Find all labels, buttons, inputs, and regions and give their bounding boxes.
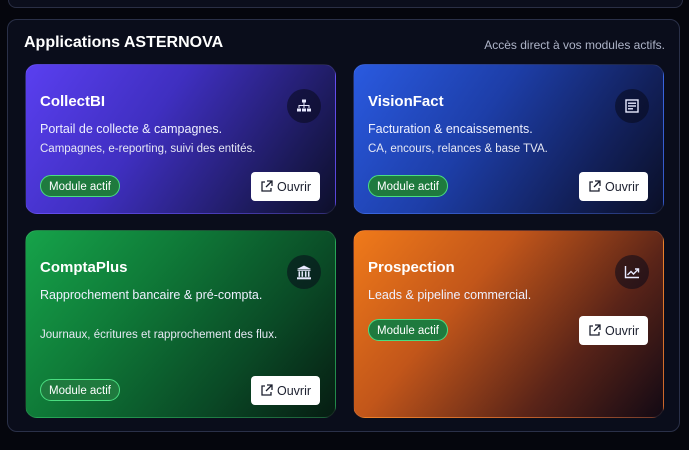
status-badge: Module actif xyxy=(368,175,449,197)
open-button-label: Ouvrir xyxy=(604,179,640,194)
open-collectbi-button[interactable]: Ouvrir xyxy=(251,172,320,201)
card-detail: Campagnes, e-reporting, suivi des entité… xyxy=(40,143,256,155)
app-card-comptaplus: ComptaPlus Rapprochement bancaire & pré-… xyxy=(25,230,336,418)
card-detail: Journaux, écritures et rapprochement des… xyxy=(40,329,278,341)
external-link-icon xyxy=(589,180,601,192)
applications-panel: Applications ASTERNOVA Accès direct à vo… xyxy=(7,19,680,432)
card-description: Facturation & encaissements. xyxy=(368,122,533,136)
open-prospection-button[interactable]: Ouvrir xyxy=(579,316,648,345)
card-description: Rapprochement bancaire & pré-compta. xyxy=(40,288,263,302)
open-button-label: Ouvrir xyxy=(276,179,312,194)
panel-subtitle: Accès direct à vos modules actifs. xyxy=(484,38,665,52)
status-badge: Module actif xyxy=(368,319,449,341)
open-comptaplus-button[interactable]: Ouvrir xyxy=(251,376,320,405)
status-badge: Module actif xyxy=(40,379,121,401)
external-link-icon xyxy=(589,324,601,336)
card-detail: CA, encours, relances & base TVA. xyxy=(368,143,548,155)
card-title: CollectBI xyxy=(40,93,106,110)
sitemap-icon xyxy=(287,89,321,123)
card-description: Leads & pipeline commercial. xyxy=(368,288,532,302)
panel-title: Applications ASTERNOVA xyxy=(24,34,224,51)
card-title: ComptaPlus xyxy=(40,259,128,276)
status-badge: Module actif xyxy=(40,175,121,197)
app-card-visionfact: VisionFact Facturation & encaissements. … xyxy=(353,64,664,214)
open-button-label: Ouvrir xyxy=(276,383,312,398)
open-visionfact-button[interactable]: Ouvrir xyxy=(579,172,648,201)
invoice-icon xyxy=(615,89,649,123)
card-title: Prospection xyxy=(368,259,455,276)
bank-icon xyxy=(287,255,321,289)
open-button-label: Ouvrir xyxy=(604,323,640,338)
previous-panel-edge xyxy=(8,0,683,8)
card-description: Portail de collecte & campagnes. xyxy=(40,122,223,136)
app-card-collectbi: CollectBI Portail de collecte & campagne… xyxy=(25,64,336,214)
external-link-icon xyxy=(261,384,273,396)
external-link-icon xyxy=(261,180,273,192)
app-card-prospection: Prospection Leads & pipeline commercial.… xyxy=(353,230,664,418)
trend-chart-icon xyxy=(615,255,649,289)
card-title: VisionFact xyxy=(368,93,444,110)
